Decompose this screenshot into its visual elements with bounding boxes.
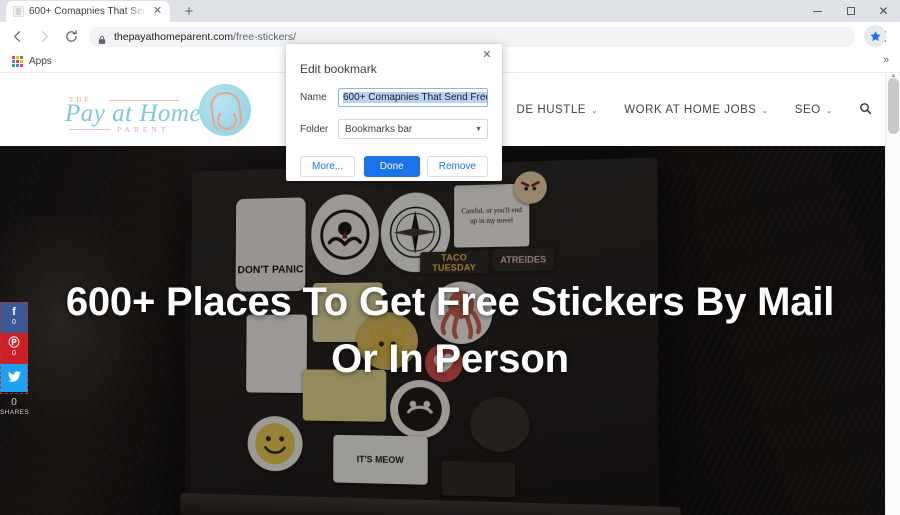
close-icon[interactable]: ✕ [151,5,164,18]
site-navigation: DE HUSTLE ⌄ WORK AT HOME JOBS ⌄ SEO ⌄ [517,102,872,118]
apps-shortcut[interactable]: Apps [8,54,56,69]
logo-wordmark: THE Pay at Home PARENT [55,82,207,138]
dialog-actions: More... Done Remove [300,156,488,177]
folder-label: Folder [300,123,329,135]
mother-and-child-logo-icon [199,84,251,136]
total-shares-label: SHARES [0,409,30,416]
page-title: 600+ Places To Get Free Stickers By Mail… [65,280,835,381]
bookmark-name-value: 600+ Comapnies That Send Free Stickers b [343,92,487,103]
chevron-down-icon: ⌄ [761,105,769,115]
dialog-close-icon[interactable]: ✕ [480,50,494,64]
site-logo[interactable]: THE Pay at Home PARENT [55,82,251,138]
tab-strip: 600+ Comapnies That Send Free ✕ + ✕ [0,0,900,22]
logo-main: Pay at Home [65,100,202,127]
browser-tab[interactable]: 600+ Comapnies That Send Free ✕ [6,1,170,22]
page-scrollbar[interactable]: ▲ [885,73,900,515]
tab-title: 600+ Comapnies That Send Free [29,6,146,17]
remove-button[interactable]: Remove [426,156,488,177]
forward-icon[interactable] [31,24,57,50]
bookmark-folder-select[interactable]: Bookmarks bar ▼ [338,119,488,139]
pinterest-share-count: 0 [12,349,16,357]
chevron-down-icon: ▼ [475,125,482,133]
total-shares-count: 0 [11,397,17,408]
window-controls: ✕ [801,0,900,22]
chevron-down-icon: ⌄ [591,105,599,115]
lock-icon [97,32,107,44]
logo-parent: PARENT [68,125,170,134]
facebook-share-count: 0 [12,318,16,326]
more-button[interactable]: More... [300,156,356,177]
nav-label: DE HUSTLE [516,104,587,116]
bookmark-star-icon[interactable] [864,25,886,47]
scrollbar-thumb[interactable] [888,78,899,134]
page-favicon [13,6,24,17]
reload-icon[interactable] [58,24,84,50]
total-shares: 0 SHARES [0,392,30,416]
twitter-icon [7,371,21,385]
search-icon[interactable] [859,102,872,118]
done-button[interactable]: Done [363,156,420,177]
minimize-button[interactable] [801,0,834,22]
url-domain: thepayathomeparent.com [114,30,234,43]
nav-item-work-at-home-jobs[interactable]: WORK AT HOME JOBS ⌄ [624,104,769,116]
pinterest-icon: Ⓟ [8,336,20,349]
nav-item-side-hustle[interactable]: DE HUSTLE ⌄ [517,104,599,116]
share-pinterest-button[interactable]: Ⓟ 0 [0,333,28,364]
nav-label: SEO [794,104,821,116]
back-icon[interactable] [4,24,30,50]
browser-window: 600+ Comapnies That Send Free ✕ + ✕ [0,0,900,515]
nav-item-seo[interactable]: SEO ⌄ [795,104,833,116]
url-path: /free-stickers/ [233,30,297,43]
chevron-down-icon: ⌄ [825,105,833,115]
folder-value: Bookmarks bar [345,123,413,135]
nav-label: WORK AT HOME JOBS [624,104,757,116]
hero-section: DON'T PANIC Careful, or you'll end up in… [0,146,900,515]
dialog-name-row: Name 600+ Comapnies That Send Free Stick… [300,88,488,107]
edit-bookmark-dialog: ✕ Edit bookmark Name 600+ Comapnies That… [286,44,502,181]
facebook-icon: f [12,305,16,318]
url-text: thepayathomeparent.com/free-stickers/ [114,31,296,43]
maximize-button[interactable] [834,0,867,22]
close-window-button[interactable]: ✕ [867,0,900,22]
new-tab-button[interactable]: + [178,1,200,21]
share-facebook-button[interactable]: f 0 [0,302,28,333]
bookmarks-overflow-icon[interactable]: » [878,54,894,66]
dialog-title: Edit bookmark [300,62,377,76]
apps-grid-icon [12,56,23,67]
social-share-rail: f 0 Ⓟ 0 0 SHARES [0,302,30,416]
name-label: Name [300,92,327,103]
share-twitter-button[interactable] [0,364,28,392]
bookmark-name-input[interactable]: 600+ Comapnies That Send Free Stickers b [338,88,488,107]
dialog-folder-row: Folder Bookmarks bar ▼ [300,119,488,139]
apps-label: Apps [29,56,52,67]
